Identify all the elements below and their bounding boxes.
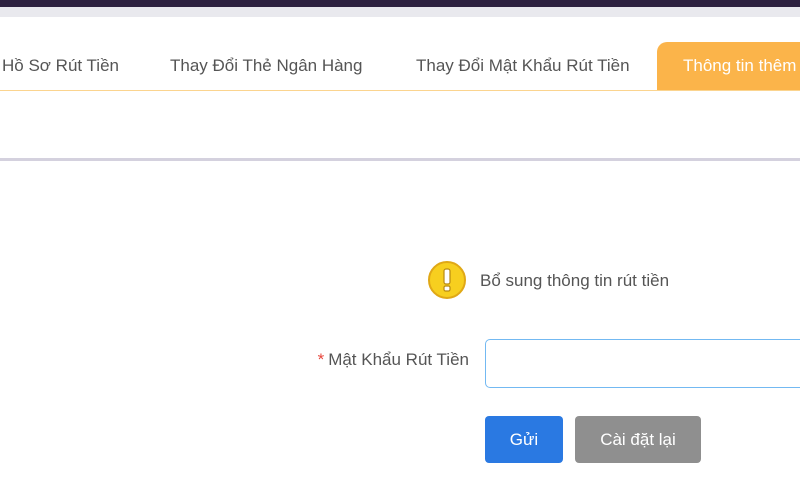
section-divider [0,158,800,161]
warning-exclamation-icon [428,261,466,299]
tab-underline [0,90,800,91]
withdrawal-password-input[interactable] [485,339,800,388]
required-marker: * [317,350,325,369]
header-strip [0,7,800,17]
tab-bar: Hồ Sơ Rút Tiền Thay Đổi Thẻ Ngân Hàng Th… [0,42,800,90]
tab-change-withdrawal-password[interactable]: Thay Đổi Mật Khẩu Rút Tiền [416,42,630,90]
password-label-text: Mật Khẩu Rút Tiền [328,350,469,369]
password-label: * Mật Khẩu Rút Tiền [318,350,469,370]
tab-withdrawal-profile[interactable]: Hồ Sơ Rút Tiền [2,42,119,90]
header-bar [0,0,800,7]
notice-text: Bổ sung thông tin rút tiền [480,271,670,290]
tab-change-bank-card[interactable]: Thay Đổi Thẻ Ngân Hàng [170,42,362,90]
reset-button[interactable]: Cài đặt lại [575,416,701,463]
tab-more-info[interactable]: Thông tin thêm [657,42,800,90]
submit-button[interactable]: Gửi [485,416,563,463]
